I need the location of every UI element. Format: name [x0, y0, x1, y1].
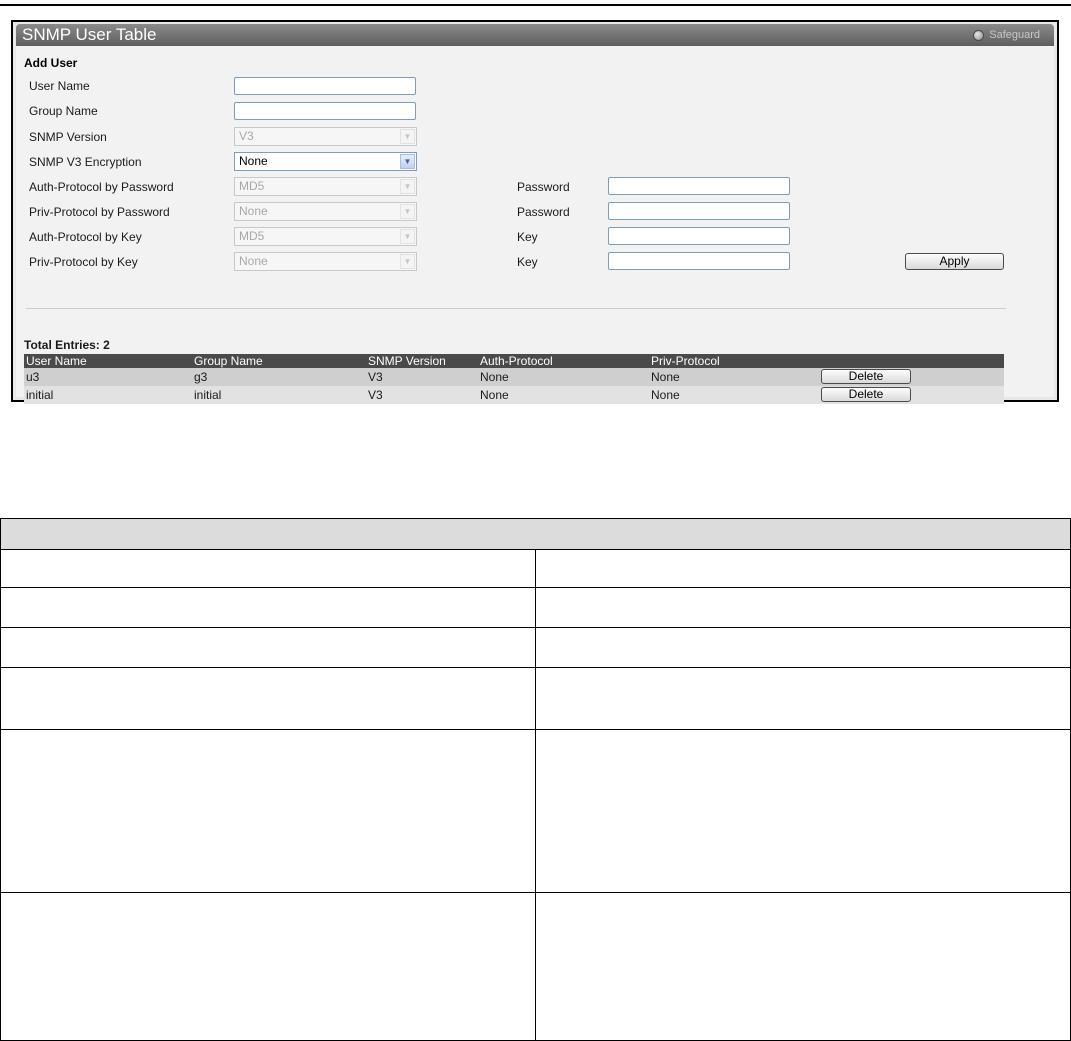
chevron-down-icon: ▼ [400, 229, 415, 244]
priv-protocol-password-label: Priv-Protocol by Password [29, 205, 170, 219]
description-cell [535, 729, 1071, 893]
priv-password-input[interactable] [608, 202, 790, 220]
column-header-group-name: Group Name [194, 354, 263, 368]
user-name-input[interactable] [234, 77, 416, 95]
row-snmp-version: V3 [368, 388, 383, 402]
snmp-user-table-panel: SNMP User Table Safeguard Add User User … [11, 20, 1059, 404]
delete-button[interactable]: Delete [821, 387, 911, 402]
auth-password-input[interactable] [608, 177, 790, 195]
row-priv-protocol: None [651, 370, 680, 384]
priv-key-input[interactable] [608, 252, 790, 270]
group-name-input[interactable] [234, 102, 416, 120]
column-header-auth-protocol: Auth-Protocol [480, 354, 553, 368]
chevron-down-icon: ▼ [400, 204, 415, 219]
encryption-value: None [239, 154, 268, 168]
table-row: u3 g3 V3 None None Delete [24, 368, 1004, 386]
description-table-header [0, 518, 1071, 550]
page-title: SNMP User Table [22, 25, 157, 44]
description-header-cell [0, 518, 1071, 550]
priv-protocol-key-label: Priv-Protocol by Key [29, 255, 138, 269]
row-auth-protocol: None [480, 370, 509, 384]
add-user-title: Add User [24, 56, 78, 70]
row-auth-protocol: None [480, 388, 509, 402]
password-label-2: Password [517, 205, 570, 219]
chevron-down-icon: ▼ [400, 154, 415, 169]
section-divider [26, 308, 1006, 309]
panel-header: SNMP User Table Safeguard [16, 24, 1054, 46]
chevron-down-icon: ▼ [400, 129, 415, 144]
total-entries: Total Entries: 2 [24, 338, 110, 352]
chevron-down-icon: ▼ [400, 179, 415, 194]
description-row [0, 729, 1071, 893]
top-rule [0, 4, 1071, 6]
password-label-1: Password [517, 180, 570, 194]
parameter-cell [0, 892, 536, 1041]
user-name-label: User Name [29, 79, 90, 93]
row-group-name: g3 [194, 370, 208, 384]
row-group-name: initial [194, 388, 222, 402]
column-header-priv-protocol: Priv-Protocol [651, 354, 720, 368]
key-label-1: Key [517, 230, 538, 244]
column-header-user-name: User Name [26, 354, 87, 368]
row-priv-protocol: None [651, 388, 680, 402]
parameter-cell [0, 729, 536, 893]
parameter-cell [0, 549, 536, 588]
snmp-version-label: SNMP Version [29, 130, 107, 144]
description-row [0, 627, 1071, 668]
description-cell [535, 892, 1071, 1041]
snmp-user-list: User Name Group Name SNMP Version Auth-P… [24, 354, 1004, 404]
table-row: initial initial V3 None None Delete [24, 386, 1004, 404]
encryption-select[interactable]: None ▼ [234, 152, 417, 171]
delete-button[interactable]: Delete [821, 369, 911, 384]
auth-protocol-key-label: Auth-Protocol by Key [29, 230, 142, 244]
description-row [0, 667, 1071, 730]
snmp-version-value: V3 [239, 129, 254, 143]
auth-protocol-password-select[interactable]: MD5 ▼ [234, 177, 417, 196]
parameter-description-table [0, 518, 1071, 1041]
priv-protocol-password-value: None [239, 204, 268, 218]
priv-protocol-key-value: None [239, 254, 268, 268]
snmp-version-select[interactable]: V3 ▼ [234, 127, 417, 146]
parameter-cell [0, 587, 536, 628]
description-row [0, 587, 1071, 628]
row-user-name: u3 [26, 370, 40, 384]
parameter-cell [0, 667, 536, 730]
description-cell [535, 627, 1071, 668]
auth-key-input[interactable] [608, 227, 790, 245]
safeguard-indicator: Safeguard [973, 28, 1040, 42]
row-user-name: initial [26, 388, 54, 402]
encryption-label: SNMP V3 Encryption [29, 155, 142, 169]
description-cell [535, 549, 1071, 588]
description-row [0, 892, 1071, 1041]
row-snmp-version: V3 [368, 370, 383, 384]
description-row [0, 549, 1071, 588]
description-cell [535, 587, 1071, 628]
key-label-2: Key [517, 255, 538, 269]
priv-protocol-password-select[interactable]: None ▼ [234, 202, 417, 221]
auth-protocol-key-select[interactable]: MD5 ▼ [234, 227, 417, 246]
priv-protocol-key-select[interactable]: None ▼ [234, 252, 417, 271]
parameter-cell [0, 627, 536, 668]
safeguard-label: Safeguard [989, 29, 1040, 41]
apply-button[interactable]: Apply [905, 253, 1004, 270]
description-cell [535, 667, 1071, 730]
auth-protocol-password-label: Auth-Protocol by Password [29, 180, 174, 194]
panel-body: Add User User Name Group Name SNMP Versi… [16, 46, 1054, 404]
column-header-snmp-version: SNMP Version [368, 354, 446, 368]
auth-protocol-password-value: MD5 [239, 179, 265, 193]
group-name-label: Group Name [29, 104, 98, 118]
auth-protocol-key-value: MD5 [239, 229, 265, 243]
chevron-down-icon: ▼ [400, 254, 415, 269]
safeguard-icon [973, 29, 985, 41]
table-header-row: User Name Group Name SNMP Version Auth-P… [24, 354, 1004, 368]
